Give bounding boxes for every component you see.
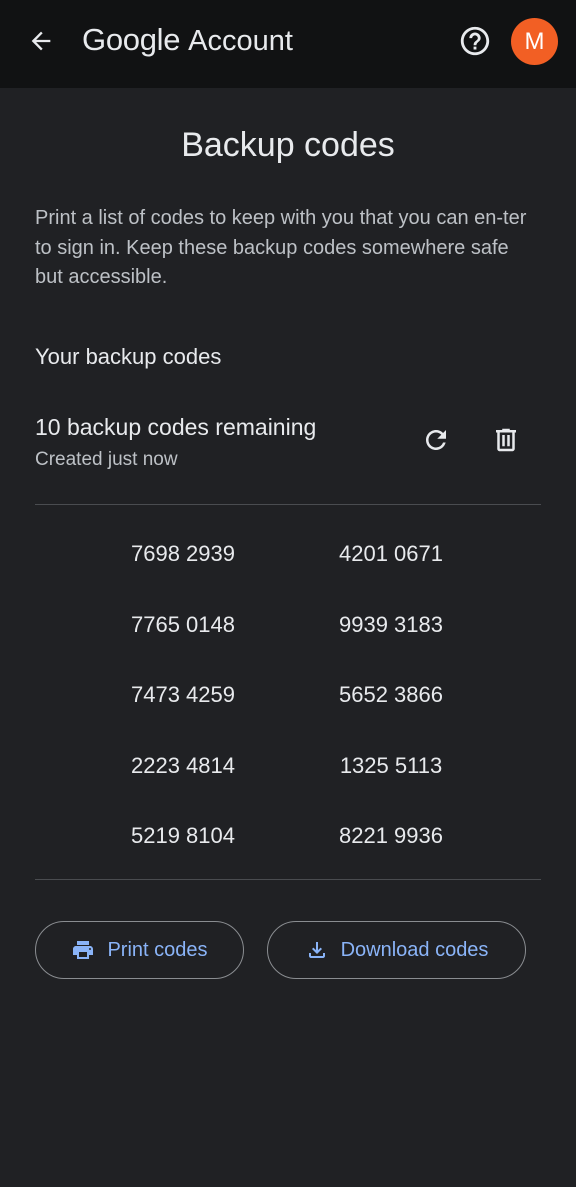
generate-new-codes-button[interactable]: [414, 418, 458, 462]
delete-codes-button[interactable]: [484, 418, 528, 462]
brand-account-text: Account: [188, 25, 293, 57]
backup-code: 7473 4259: [131, 682, 235, 707]
backup-code: 8221 9936: [339, 823, 443, 848]
section-heading: Your backup codes: [35, 344, 222, 369]
backup-code: 7698 2939: [131, 541, 235, 566]
code-row: 5219 8104 8221 9936: [35, 801, 541, 872]
account-avatar[interactable]: M: [511, 18, 558, 65]
download-codes-button[interactable]: Download codes: [267, 921, 526, 979]
page-title: Backup codes: [181, 126, 395, 164]
backup-code: 4201 0671: [339, 541, 443, 566]
top-app-bar: Google Account M: [0, 0, 576, 88]
printer-icon: [71, 938, 95, 962]
brand-google-text: Google: [82, 22, 181, 57]
delete-icon: [496, 428, 516, 452]
backup-code: 5219 8104: [131, 823, 235, 848]
download-icon: [305, 938, 329, 962]
backup-code: 2223 4814: [131, 752, 235, 778]
backup-code: 1325 5113: [339, 752, 443, 778]
help-circle-icon: [460, 26, 490, 56]
created-timestamp: Created just now: [35, 449, 178, 470]
codes-remaining-text: 10 backup codes remaining: [35, 414, 317, 440]
back-button[interactable]: [20, 20, 62, 62]
code-row: 7698 2939 4201 0671: [35, 519, 541, 590]
arrow-back-icon: [31, 31, 51, 51]
print-codes-button[interactable]: Print codes: [35, 921, 244, 979]
code-row: 7473 4259 5652 3866: [35, 660, 541, 731]
print-codes-label: Print codes: [107, 938, 208, 961]
google-account-logo[interactable]: Google Account: [82, 22, 293, 62]
divider-bottom: [35, 879, 541, 880]
code-row: 7765 0148 9939 3183: [35, 590, 541, 661]
download-codes-label: Download codes: [340, 938, 489, 961]
page-description: Print a list of codes to keep with you t…: [35, 207, 527, 288]
backup-code: 7765 0148: [131, 611, 235, 637]
backup-codes-grid: 7698 2939 4201 0671 7765 0148 9939 3183 …: [35, 519, 541, 872]
code-row: 2223 4814 1325 5113: [35, 731, 541, 802]
backup-code: 5652 3866: [339, 682, 443, 707]
help-button[interactable]: [456, 22, 494, 60]
refresh-icon: [426, 430, 446, 450]
divider-top: [35, 504, 541, 505]
backup-code: 9939 3183: [339, 611, 443, 637]
